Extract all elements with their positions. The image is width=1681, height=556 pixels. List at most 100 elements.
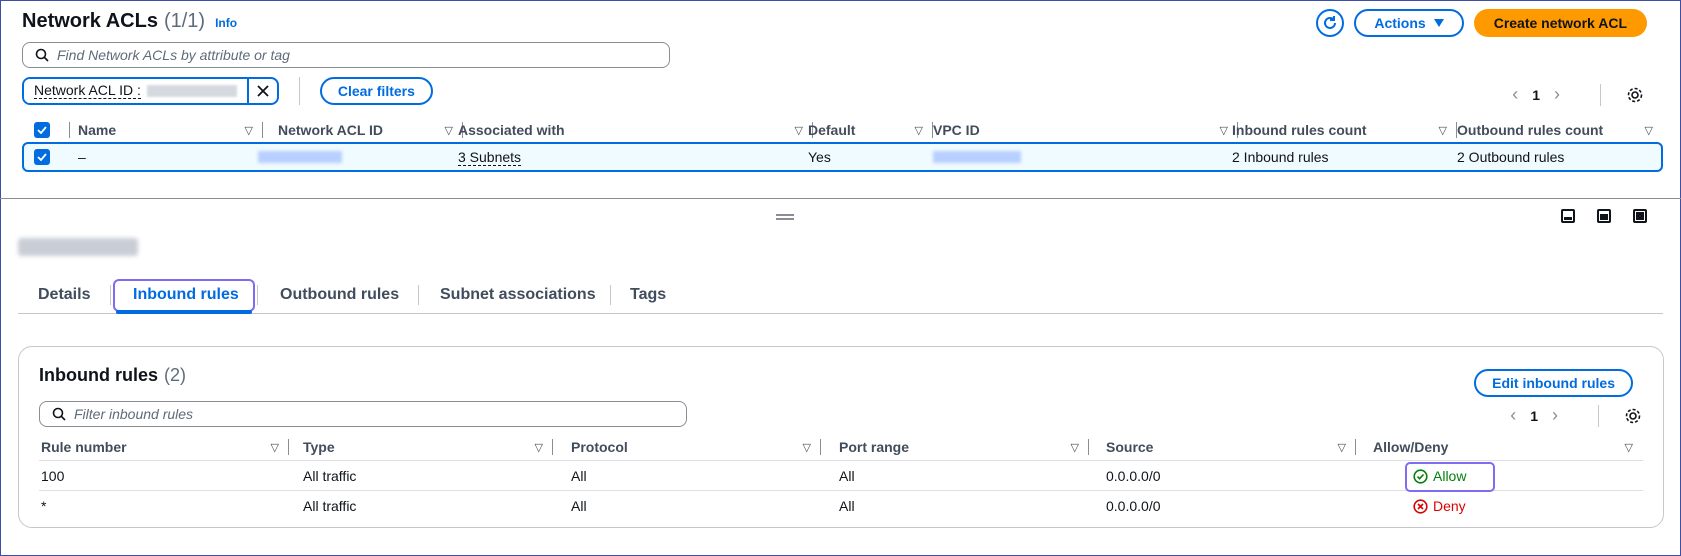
cell-source: 0.0.0.0/0 [1106,468,1161,484]
tab-divider [110,285,111,305]
actions-label: Actions [1374,15,1426,31]
sort-caret-icon: ▽ [802,441,811,454]
cell-port-range: All [839,468,855,484]
column-header-default[interactable]: Default ▽ [808,116,933,144]
column-header-label: Protocol [571,439,628,455]
column-header-rule-number[interactable]: Rule number ▽ [41,433,289,461]
column-divider [69,122,70,138]
status-badge-deny: Deny [1413,491,1466,521]
inbound-rules-title: Inbound rules [39,365,158,385]
header-actions: Actions Create network ACL [1316,9,1647,37]
sort-caret-icon: ▽ [1219,124,1228,137]
resize-handle[interactable] [776,214,794,220]
filter-divider [298,77,300,105]
cell-vpc-id-link[interactable] [933,144,1021,170]
tab-inbound-rules[interactable]: Inbound rules [133,280,239,310]
search-placeholder: Find Network ACLs by attribute or tag [57,47,290,63]
panel-half-icon[interactable] [1597,209,1611,223]
column-header-type[interactable]: Type ▽ [303,433,553,461]
row-checkbox[interactable] [34,149,50,165]
sort-caret-icon: ▽ [534,441,543,454]
associated-subnets-link[interactable]: 3 Subnets [458,149,522,166]
create-network-acl-button[interactable]: Create network ACL [1473,9,1647,37]
table-row[interactable]: – 3 Subnets Yes 2 Inbound rules 2 Outbou… [22,142,1663,172]
column-header-label: Source [1106,439,1154,455]
column-header-source[interactable]: Source ▽ [1106,433,1356,461]
sort-caret-icon: ▽ [444,124,453,137]
column-header-label: Network ACL ID [278,122,384,138]
cell-name: – [78,149,86,165]
prev-page-icon[interactable]: ‹ [1510,405,1516,426]
column-header-outbound-count[interactable]: Outbound rules count ▽ [1457,116,1663,144]
filter-token-label[interactable]: Network ACL ID : [24,79,249,103]
tab-tags[interactable]: Tags [630,280,666,310]
search-input[interactable]: Find Network ACLs by attribute or tag [22,42,670,68]
detail-tabs: Details Inbound rules Outbound rules Sub… [18,279,1663,314]
column-header-label: Inbound rules count [1232,122,1367,138]
column-header-label: Associated with [458,122,565,138]
filter-token-key: Network ACL ID : [34,82,141,99]
vpc-id-redacted [933,151,1021,163]
filter-token-value-redacted [146,85,237,97]
column-divider [288,439,289,455]
selection-count: (1/1) [163,10,206,32]
gear-icon[interactable] [1623,406,1643,426]
column-divider [820,439,821,455]
cell-associated[interactable]: 3 Subnets [458,144,522,170]
info-link[interactable]: Info [215,16,237,30]
status-badge-allow: Allow [1413,461,1466,491]
cell-outbound-count: 2 Outbound rules [1457,149,1565,165]
column-header-acl-id[interactable]: Network ACL ID ▽ [278,116,463,144]
remove-filter-button[interactable] [249,79,277,103]
search-icon [52,407,66,421]
next-page-icon[interactable]: › [1552,405,1558,426]
tab-details[interactable]: Details [38,280,90,310]
table-row[interactable]: 100 All traffic All All 0.0.0.0/0 Allow [39,461,1643,492]
edit-inbound-rules-button[interactable]: Edit inbound rules [1474,369,1633,397]
sort-caret-icon: ▽ [244,124,253,137]
tab-subnet-associations[interactable]: Subnet associations [440,280,596,310]
tab-divider [418,285,419,305]
prev-page-icon[interactable]: ‹ [1512,84,1518,105]
sort-caret-icon: ▽ [914,124,923,137]
column-header-name[interactable]: Name ▽ [78,116,263,144]
column-header-protocol[interactable]: Protocol ▽ [571,433,821,461]
column-header-associated[interactable]: Associated with ▽ [458,116,813,144]
column-header-label: Rule number [41,439,127,455]
row-select-cell [34,144,50,170]
table-row[interactable]: * All traffic All All 0.0.0.0/0 Deny [39,491,1643,521]
tab-outbound-rules[interactable]: Outbound rules [280,280,399,310]
inbound-rules-panel: Inbound rules (2) Edit inbound rules Fil… [18,346,1664,528]
column-header-port-range[interactable]: Port range ▽ [839,433,1089,461]
actions-dropdown[interactable]: Actions [1354,9,1464,37]
select-all-checkbox[interactable] [34,122,50,138]
cell-source: 0.0.0.0/0 [1106,498,1161,514]
column-header-label: Default [808,122,856,138]
gear-icon[interactable] [1625,85,1645,105]
panel-bottom-icon[interactable] [1561,209,1575,223]
caret-down-icon [1433,19,1444,27]
cell-acl-id-link[interactable] [258,144,342,170]
panel-full-icon[interactable] [1633,209,1647,223]
tab-divider [610,285,611,305]
column-header-vpc-id[interactable]: VPC ID ▽ [933,116,1238,144]
column-header-label: VPC ID [933,122,980,138]
cell-type: All traffic [303,468,357,484]
column-header-allow-deny[interactable]: Allow/Deny ▽ [1373,433,1643,461]
sort-caret-icon: ▽ [1438,124,1447,137]
column-header-inbound-count[interactable]: Inbound rules count ▽ [1232,116,1457,144]
column-header-label: Name [78,122,117,138]
acl-table-header: Name ▽ Network ACL ID ▽ Associated with … [22,116,1663,144]
current-page[interactable]: 1 [1532,87,1540,103]
next-page-icon[interactable]: › [1554,84,1560,105]
column-divider [552,439,553,455]
clear-filters-button[interactable]: Clear filters [319,77,433,105]
current-page[interactable]: 1 [1530,408,1538,424]
allow-label: Allow [1433,468,1467,484]
refresh-button[interactable] [1316,9,1345,37]
sort-caret-icon: ▽ [1644,124,1653,137]
cell-protocol: All [571,498,587,514]
filter-inbound-input[interactable]: Filter inbound rules [39,401,687,427]
close-icon [257,85,269,97]
sort-caret-icon: ▽ [794,124,803,137]
